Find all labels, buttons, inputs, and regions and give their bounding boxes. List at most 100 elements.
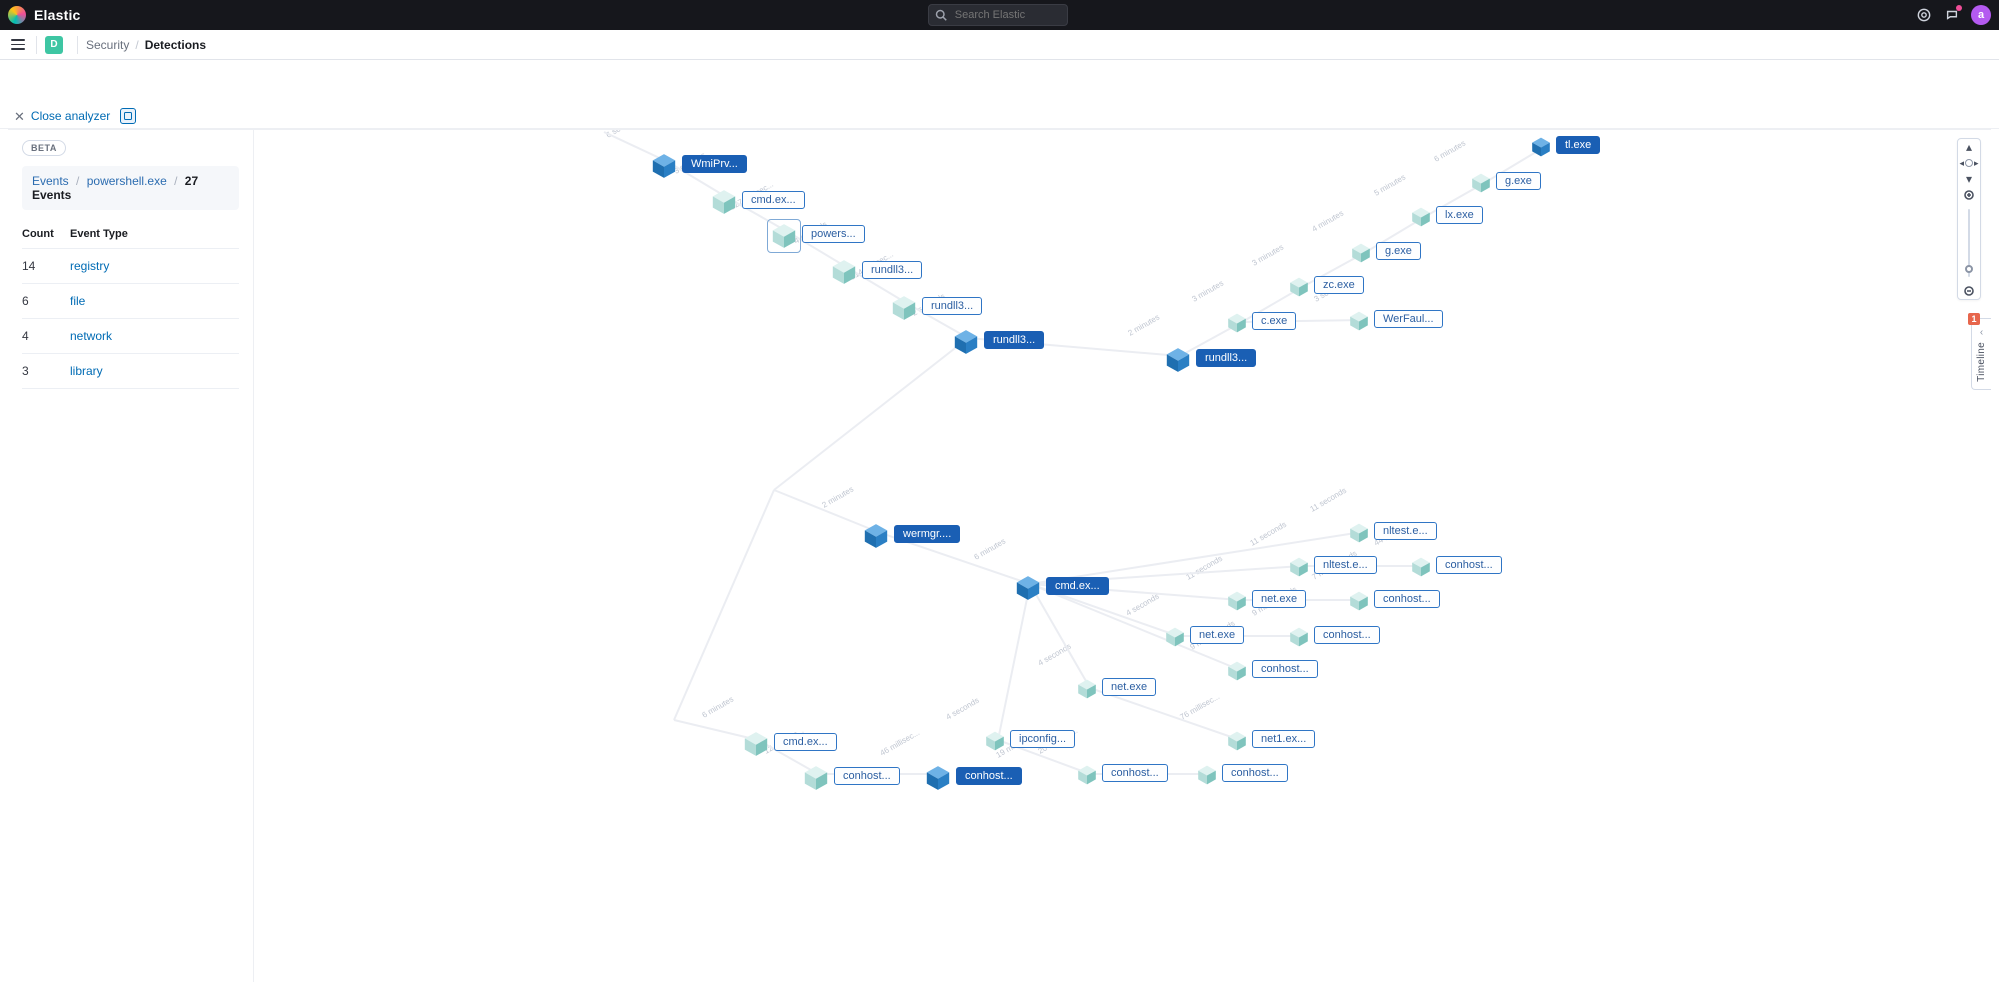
process-node-con_nlt[interactable]: conhost... (1410, 554, 1502, 576)
process-node-netexe3[interactable]: net.exe (1076, 676, 1156, 698)
svg-text:4 seconds: 4 seconds (945, 696, 981, 722)
table-row[interactable]: 3library (22, 354, 239, 389)
crumb-process[interactable]: powershell.exe (87, 174, 167, 188)
event-type-table: Count Event Type 14registry6file4network… (22, 224, 239, 389)
process-node-wermgr[interactable]: wermgr.... (862, 520, 960, 548)
crumb-events[interactable]: Events (32, 174, 69, 188)
process-node-con_ip2[interactable]: conhost... (1196, 762, 1288, 784)
product-name[interactable]: Elastic (34, 7, 81, 23)
cube-icon (742, 730, 770, 758)
svg-text:76 millisec...: 76 millisec... (1179, 692, 1222, 722)
process-node-nlt1[interactable]: nltest.e... (1348, 520, 1437, 542)
process-node-cexe[interactable]: c.exe (1226, 310, 1296, 332)
breadcrumb-separator-icon: / (135, 38, 138, 52)
cube-icon (1350, 242, 1372, 264)
process-node-net1exe[interactable]: net1.ex... (1226, 728, 1315, 750)
pan-up-button[interactable]: ▴ (1958, 139, 1980, 155)
breadcrumb-detections[interactable]: Detections (145, 38, 206, 52)
cell-type[interactable]: library (70, 354, 239, 389)
process-node-g2[interactable]: g.exe (1470, 170, 1541, 192)
selection-breadcrumb: Events / powershell.exe / 27 Events (22, 166, 239, 210)
process-node-con_mid[interactable]: conhost... (1226, 658, 1318, 680)
cell-type[interactable]: file (70, 284, 239, 319)
process-node-con_c3b[interactable]: conhost... (924, 762, 1022, 790)
close-analyzer-button[interactable]: Close analyzer (31, 109, 110, 123)
recenter-button[interactable] (1965, 159, 1973, 167)
analyzer-view-toggle[interactable] (120, 108, 136, 124)
process-node-label: ipconfig... (1010, 730, 1075, 748)
pan-left-button[interactable]: ◂ (1959, 159, 1964, 168)
process-node-rdl2[interactable]: rundll3... (890, 292, 982, 320)
cell-count: 4 (22, 319, 70, 354)
global-header: Elastic a (0, 0, 1999, 30)
cell-count: 3 (22, 354, 70, 389)
timeline-label: Timeline (1976, 342, 1987, 382)
newsfeed-icon[interactable] (1943, 6, 1961, 24)
process-node-cmd3[interactable]: cmd.ex... (742, 728, 837, 756)
elastic-logo-icon[interactable] (8, 6, 26, 24)
process-node-con_n2[interactable]: conhost... (1288, 624, 1380, 646)
pan-right-button[interactable]: ▸ (1974, 159, 1979, 168)
table-row[interactable]: 6file (22, 284, 239, 319)
divider (77, 36, 78, 54)
app-badge-icon[interactable]: D (45, 36, 63, 54)
cube-icon (984, 730, 1006, 752)
nav-toggle-icon[interactable] (8, 35, 28, 55)
user-avatar[interactable]: a (1971, 5, 1991, 25)
process-node-con_ip[interactable]: conhost... (1076, 762, 1168, 784)
cube-icon (770, 222, 798, 250)
process-node-label: g.exe (1496, 172, 1541, 190)
timeline-flyout-tab[interactable]: 1 ‹ Timeline (1971, 318, 1991, 390)
analyzer-content: BETA Events / powershell.exe / 27 Events… (8, 129, 1991, 982)
process-node-cmd2[interactable]: cmd.ex... (1014, 572, 1109, 600)
process-node-powers[interactable]: powers... (770, 220, 865, 248)
cube-icon (1470, 172, 1492, 194)
process-tree-graph[interactable]: 6 seconds3 minutes527 millisec...4 secon… (254, 130, 1991, 982)
analyzer-sidebar: BETA Events / powershell.exe / 27 Events… (8, 130, 254, 982)
svg-text:6 minutes: 6 minutes (1433, 139, 1468, 164)
process-node-label: wermgr.... (894, 525, 960, 543)
header-right: a (1915, 5, 1991, 25)
process-node-con_c3[interactable]: conhost... (802, 762, 900, 790)
zoom-in-button[interactable] (1958, 187, 1980, 203)
global-search[interactable] (928, 4, 1068, 26)
process-node-nlt2[interactable]: nltest.e... (1288, 554, 1377, 576)
process-node-tl[interactable]: tl.exe (1530, 134, 1600, 156)
process-node-rdl1[interactable]: rundll3... (830, 256, 922, 284)
cell-type[interactable]: network (70, 319, 239, 354)
cube-icon (1530, 136, 1552, 158)
cube-icon (1014, 574, 1042, 602)
help-icon[interactable] (1915, 6, 1933, 24)
process-node-wmi[interactable]: WmiPrv... (650, 150, 747, 178)
process-node-rdl4[interactable]: rundll3... (1164, 344, 1256, 372)
process-node-net1[interactable]: net.exe (1226, 588, 1306, 610)
svg-text:6 minutes: 6 minutes (973, 537, 1008, 562)
process-node-lx[interactable]: lx.exe (1410, 204, 1483, 226)
process-node-label: conhost... (1374, 590, 1440, 608)
cube-icon (1288, 276, 1310, 298)
cube-icon (952, 328, 980, 356)
zoom-slider[interactable] (1958, 203, 1980, 283)
process-node-ipcfg[interactable]: ipconfig... (984, 728, 1075, 750)
process-node-label: cmd.ex... (774, 733, 837, 751)
pan-down-button[interactable]: ▾ (1958, 171, 1980, 187)
breadcrumb-security[interactable]: Security (86, 38, 129, 52)
process-node-label: nltest.e... (1314, 556, 1377, 574)
process-node-wer[interactable]: WerFaul... (1348, 308, 1443, 330)
process-node-g1[interactable]: g.exe (1350, 240, 1421, 262)
close-icon[interactable]: ✕ (14, 110, 25, 123)
table-row[interactable]: 4network (22, 319, 239, 354)
cube-icon (1410, 206, 1432, 228)
process-node-cmd1[interactable]: cmd.ex... (710, 186, 805, 214)
process-node-netexe2[interactable]: net.exe (1164, 624, 1244, 646)
table-row[interactable]: 14registry (22, 249, 239, 284)
process-node-label: conhost... (1252, 660, 1318, 678)
global-search-input[interactable] (953, 8, 1059, 22)
process-node-zc[interactable]: zc.exe (1288, 274, 1364, 296)
cell-type[interactable]: registry (70, 249, 239, 284)
cube-icon (1076, 678, 1098, 700)
zoom-knob[interactable] (1965, 265, 1973, 273)
process-node-con_n1[interactable]: conhost... (1348, 588, 1440, 610)
zoom-out-button[interactable] (1958, 283, 1980, 299)
process-node-rdl3[interactable]: rundll3... (952, 326, 1044, 354)
